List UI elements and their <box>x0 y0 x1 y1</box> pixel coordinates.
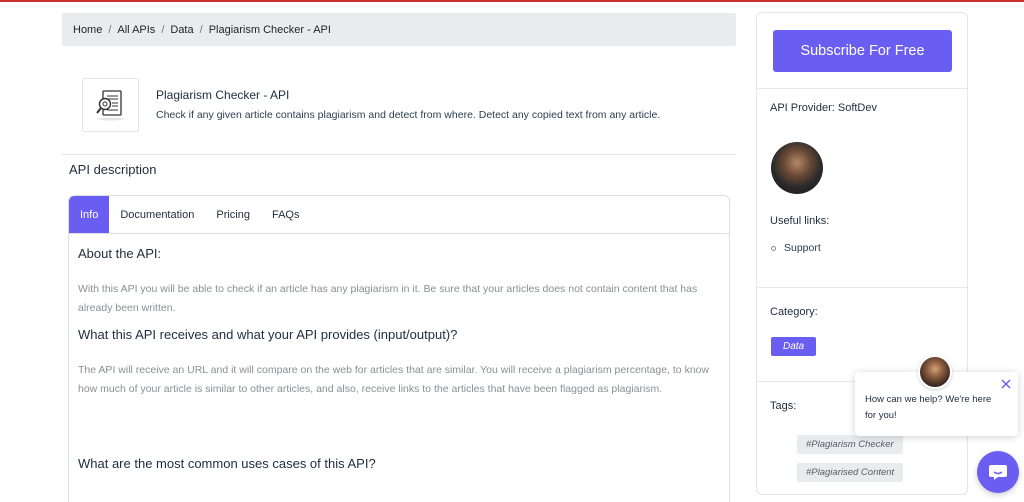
top-accent-line <box>0 0 1024 2</box>
tab-pricing[interactable]: Pricing <box>205 196 261 233</box>
api-description-heading: API description <box>69 162 157 177</box>
breadcrumb-home[interactable]: Home <box>73 24 102 36</box>
breadcrumb-separator: / <box>199 23 203 36</box>
breadcrumb-separator: / <box>108 23 112 36</box>
receives-text: The API will receive an URL and it will … <box>78 364 710 395</box>
close-icon[interactable] <box>999 377 1013 391</box>
chat-agent-avatar <box>918 355 952 389</box>
divider <box>757 287 967 288</box>
tab-documentation[interactable]: Documentation <box>109 196 205 233</box>
breadcrumb-current: Plagiarism Checker - API <box>208 23 331 36</box>
about-heading: About the API: <box>78 246 162 261</box>
tags-label: Tags: <box>770 400 797 412</box>
api-logo <box>82 78 139 132</box>
document-magnifier-icon <box>95 90 124 121</box>
api-tabs-card: Info Documentation Pricing FAQs About th… <box>68 195 730 502</box>
chat-launcher-button[interactable] <box>977 451 1019 493</box>
useful-links-label: Useful links: <box>770 215 830 227</box>
breadcrumb-data[interactable]: Data <box>170 24 193 36</box>
tag-plagiarism-checker[interactable]: #Plagiarism Checker <box>797 435 903 454</box>
tabs-bar: Info Documentation Pricing FAQs <box>69 196 729 234</box>
api-title: Plagiarism Checker - API <box>156 88 290 102</box>
link-support[interactable]: Support <box>771 242 821 254</box>
uses-heading: What are the most common uses cases of t… <box>78 456 376 471</box>
divider <box>62 154 736 155</box>
tab-info[interactable]: Info <box>69 196 110 233</box>
breadcrumb: Home / All APIs / Data / Plagiarism Chec… <box>62 13 736 46</box>
api-provider-label: API Provider: SoftDev <box>770 102 877 114</box>
link-support-label: Support <box>784 242 821 254</box>
breadcrumb-all-apis[interactable]: All APIs <box>117 24 155 36</box>
breadcrumb-separator: / <box>161 23 165 36</box>
about-text: With this API you will be able to check … <box>78 283 698 314</box>
tag-plagiarised-content[interactable]: #Plagiarised Content <box>797 463 904 482</box>
bullet-icon <box>771 245 776 251</box>
chat-message: How can we help? We're here for you! <box>865 394 992 421</box>
subscribe-button[interactable]: Subscribe For Free <box>773 30 952 72</box>
receives-heading: What this API receives and what your API… <box>78 327 458 342</box>
api-subtitle: Check if any given article contains plag… <box>156 109 661 121</box>
provider-avatar[interactable] <box>771 142 823 194</box>
chat-bubble-icon <box>989 465 1007 480</box>
tab-faqs[interactable]: FAQs <box>261 196 311 233</box>
category-label: Category: <box>770 306 818 318</box>
divider <box>757 88 967 89</box>
category-badge[interactable]: Data <box>771 337 817 356</box>
